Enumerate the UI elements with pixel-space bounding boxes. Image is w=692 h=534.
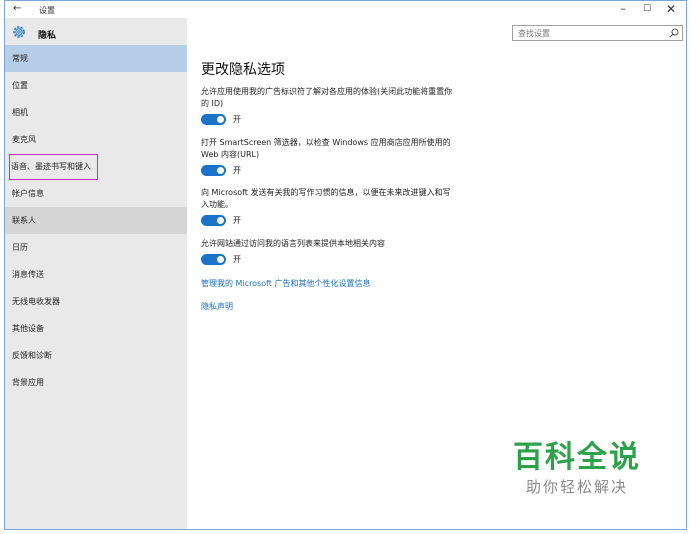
maximize-button[interactable]: ☐ — [640, 4, 654, 14]
toggle-state-label: 开 — [233, 115, 241, 124]
toggle-knob — [217, 167, 224, 174]
sidebar-item-label: 麦克风 — [12, 135, 36, 144]
sidebar-item-label: 联系人 — [12, 216, 36, 225]
sidebar-item-background-apps[interactable]: 背景应用 — [5, 369, 187, 396]
setting-description: 打开 SmartScreen 筛选器，以检查 Windows 应用商店应用所使用… — [201, 138, 451, 159]
sidebar-item-label: 背景应用 — [12, 378, 44, 387]
window-title: 设置 — [39, 6, 55, 15]
page-title-privacy: 隐私 — [38, 31, 57, 41]
setting-advertising-id: 允许应用使用我的广告标识符了解对各应用的体验(关闭此功能将重置你的 ID) 开 — [201, 86, 456, 126]
setting-writing-info: 向 Microsoft 发送有关我的写作习惯的信息，以便在未来改进键入和写入功能… — [201, 187, 456, 227]
sidebar-item-calendar[interactable]: 日历 — [5, 234, 187, 261]
sidebar-item-label: 位置 — [12, 81, 28, 90]
page-title: 更改隐私选项 — [201, 62, 285, 78]
close-button[interactable]: ✕ — [664, 2, 678, 16]
sidebar-item-label: 反馈和诊断 — [12, 351, 52, 360]
minimize-button[interactable]: – — [616, 2, 630, 15]
gear-icon — [13, 26, 25, 38]
sidebar-item-label: 无线电收发器 — [12, 297, 60, 306]
toggle-switch[interactable] — [201, 215, 226, 226]
setting-description: 允许应用使用我的广告标识符了解对各应用的体验(关闭此功能将重置你的 ID) — [201, 87, 453, 108]
back-button[interactable]: ← — [13, 3, 21, 14]
search-box — [512, 25, 683, 41]
toggle-row: 开 — [201, 165, 456, 177]
sidebar-item-label: 语音、墨迹书写和键入 — [9, 154, 98, 180]
manage-ads-link[interactable]: 管理我的 Microsoft 广告和其他个性化设置信息 — [201, 278, 371, 289]
sidebar-item-microphone[interactable]: 麦克风 — [5, 126, 187, 153]
sidebar-item-label: 其他设备 — [12, 324, 44, 333]
toggle-state-label: 开 — [233, 166, 241, 175]
privacy-statement-link[interactable]: 隐私声明 — [201, 301, 233, 312]
sidebar-item-other-devices[interactable]: 其他设备 — [5, 315, 187, 342]
toggle-switch[interactable] — [201, 254, 226, 265]
watermark: 百科全说 助你轻松解决 — [512, 440, 642, 498]
toggle-knob — [217, 217, 224, 224]
sidebar-item-messaging[interactable]: 消息传送 — [5, 261, 187, 288]
setting-language-list: 允许网站通过访问我的语言列表来提供本地相关内容 开 — [201, 238, 456, 266]
watermark-title: 百科全说 — [513, 440, 641, 475]
sidebar-item-label: 常规 — [12, 54, 28, 63]
sidebar: 隐私 常规 位置 相机 麦克风 语音、墨迹书写和键入 帐户信息 联系人 日历 消… — [5, 18, 187, 529]
sidebar-item-label: 消息传送 — [12, 270, 44, 279]
sidebar-item-general[interactable]: 常规 — [5, 45, 187, 72]
toggle-row: 开 — [201, 114, 456, 126]
toggle-state-label: 开 — [233, 216, 241, 225]
title-bar: ← 设置 – ☐ ✕ — [5, 1, 686, 18]
toggle-state-label: 开 — [233, 255, 241, 264]
toggle-knob — [217, 256, 224, 263]
sidebar-nav: 常规 位置 相机 麦克风 语音、墨迹书写和键入 帐户信息 联系人 日历 消息传送… — [5, 45, 187, 396]
sidebar-item-speech-inking-typing[interactable]: 语音、墨迹书写和键入 — [5, 153, 187, 180]
sidebar-item-feedback-diagnostics[interactable]: 反馈和诊断 — [5, 342, 187, 369]
sidebar-item-label: 帐户信息 — [12, 189, 44, 198]
sidebar-item-account-info[interactable]: 帐户信息 — [5, 180, 187, 207]
sidebar-header: 隐私 — [5, 18, 187, 46]
toggle-row: 开 — [201, 215, 456, 227]
sidebar-item-camera[interactable]: 相机 — [5, 99, 187, 126]
setting-description: 允许网站通过访问我的语言列表来提供本地相关内容 — [201, 239, 385, 248]
watermark-subtitle: 助你轻松解决 — [525, 478, 628, 496]
sidebar-item-radios[interactable]: 无线电收发器 — [5, 288, 187, 315]
sidebar-item-label: 日历 — [12, 243, 28, 252]
sidebar-item-contacts[interactable]: 联系人 — [5, 207, 187, 234]
sidebar-item-location[interactable]: 位置 — [5, 72, 187, 99]
toggle-row: 开 — [201, 254, 456, 266]
setting-smartscreen: 打开 SmartScreen 筛选器，以检查 Windows 应用商店应用所使用… — [201, 137, 456, 177]
toggle-knob — [217, 116, 224, 123]
toggle-switch[interactable] — [201, 114, 226, 125]
toggle-switch[interactable] — [201, 165, 226, 176]
search-input[interactable] — [513, 26, 668, 40]
search-icon[interactable] — [669, 28, 679, 38]
setting-description: 向 Microsoft 发送有关我的写作习惯的信息，以便在未来改进键入和写入功能… — [201, 188, 451, 209]
sidebar-item-label: 相机 — [12, 108, 28, 117]
